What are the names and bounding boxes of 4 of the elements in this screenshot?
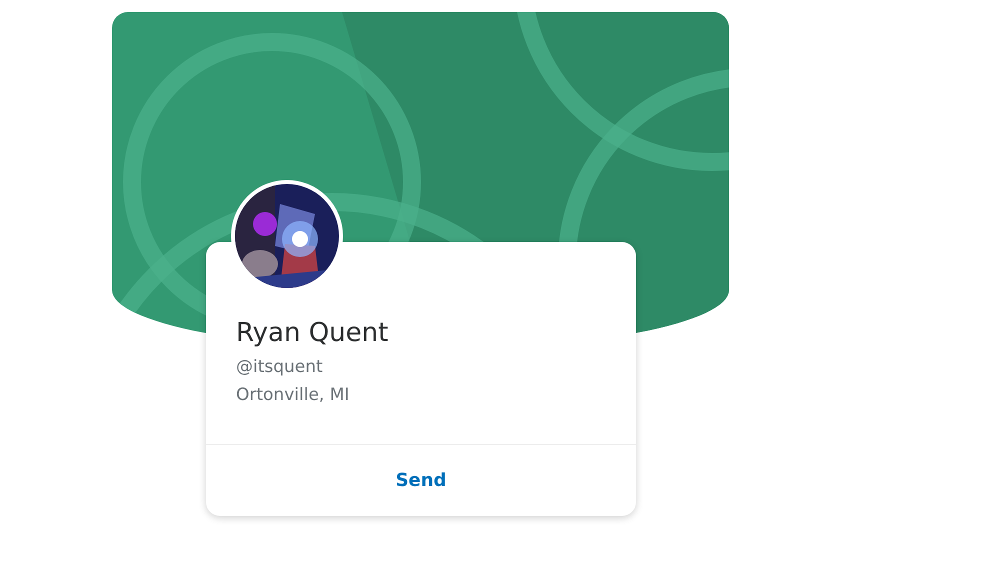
profile-name: Ryan Quent bbox=[236, 317, 388, 350]
profile-handle: @itsquent bbox=[236, 356, 323, 379]
profile-location: Ortonville, MI bbox=[236, 384, 350, 407]
send-button[interactable]: Send bbox=[380, 464, 462, 497]
